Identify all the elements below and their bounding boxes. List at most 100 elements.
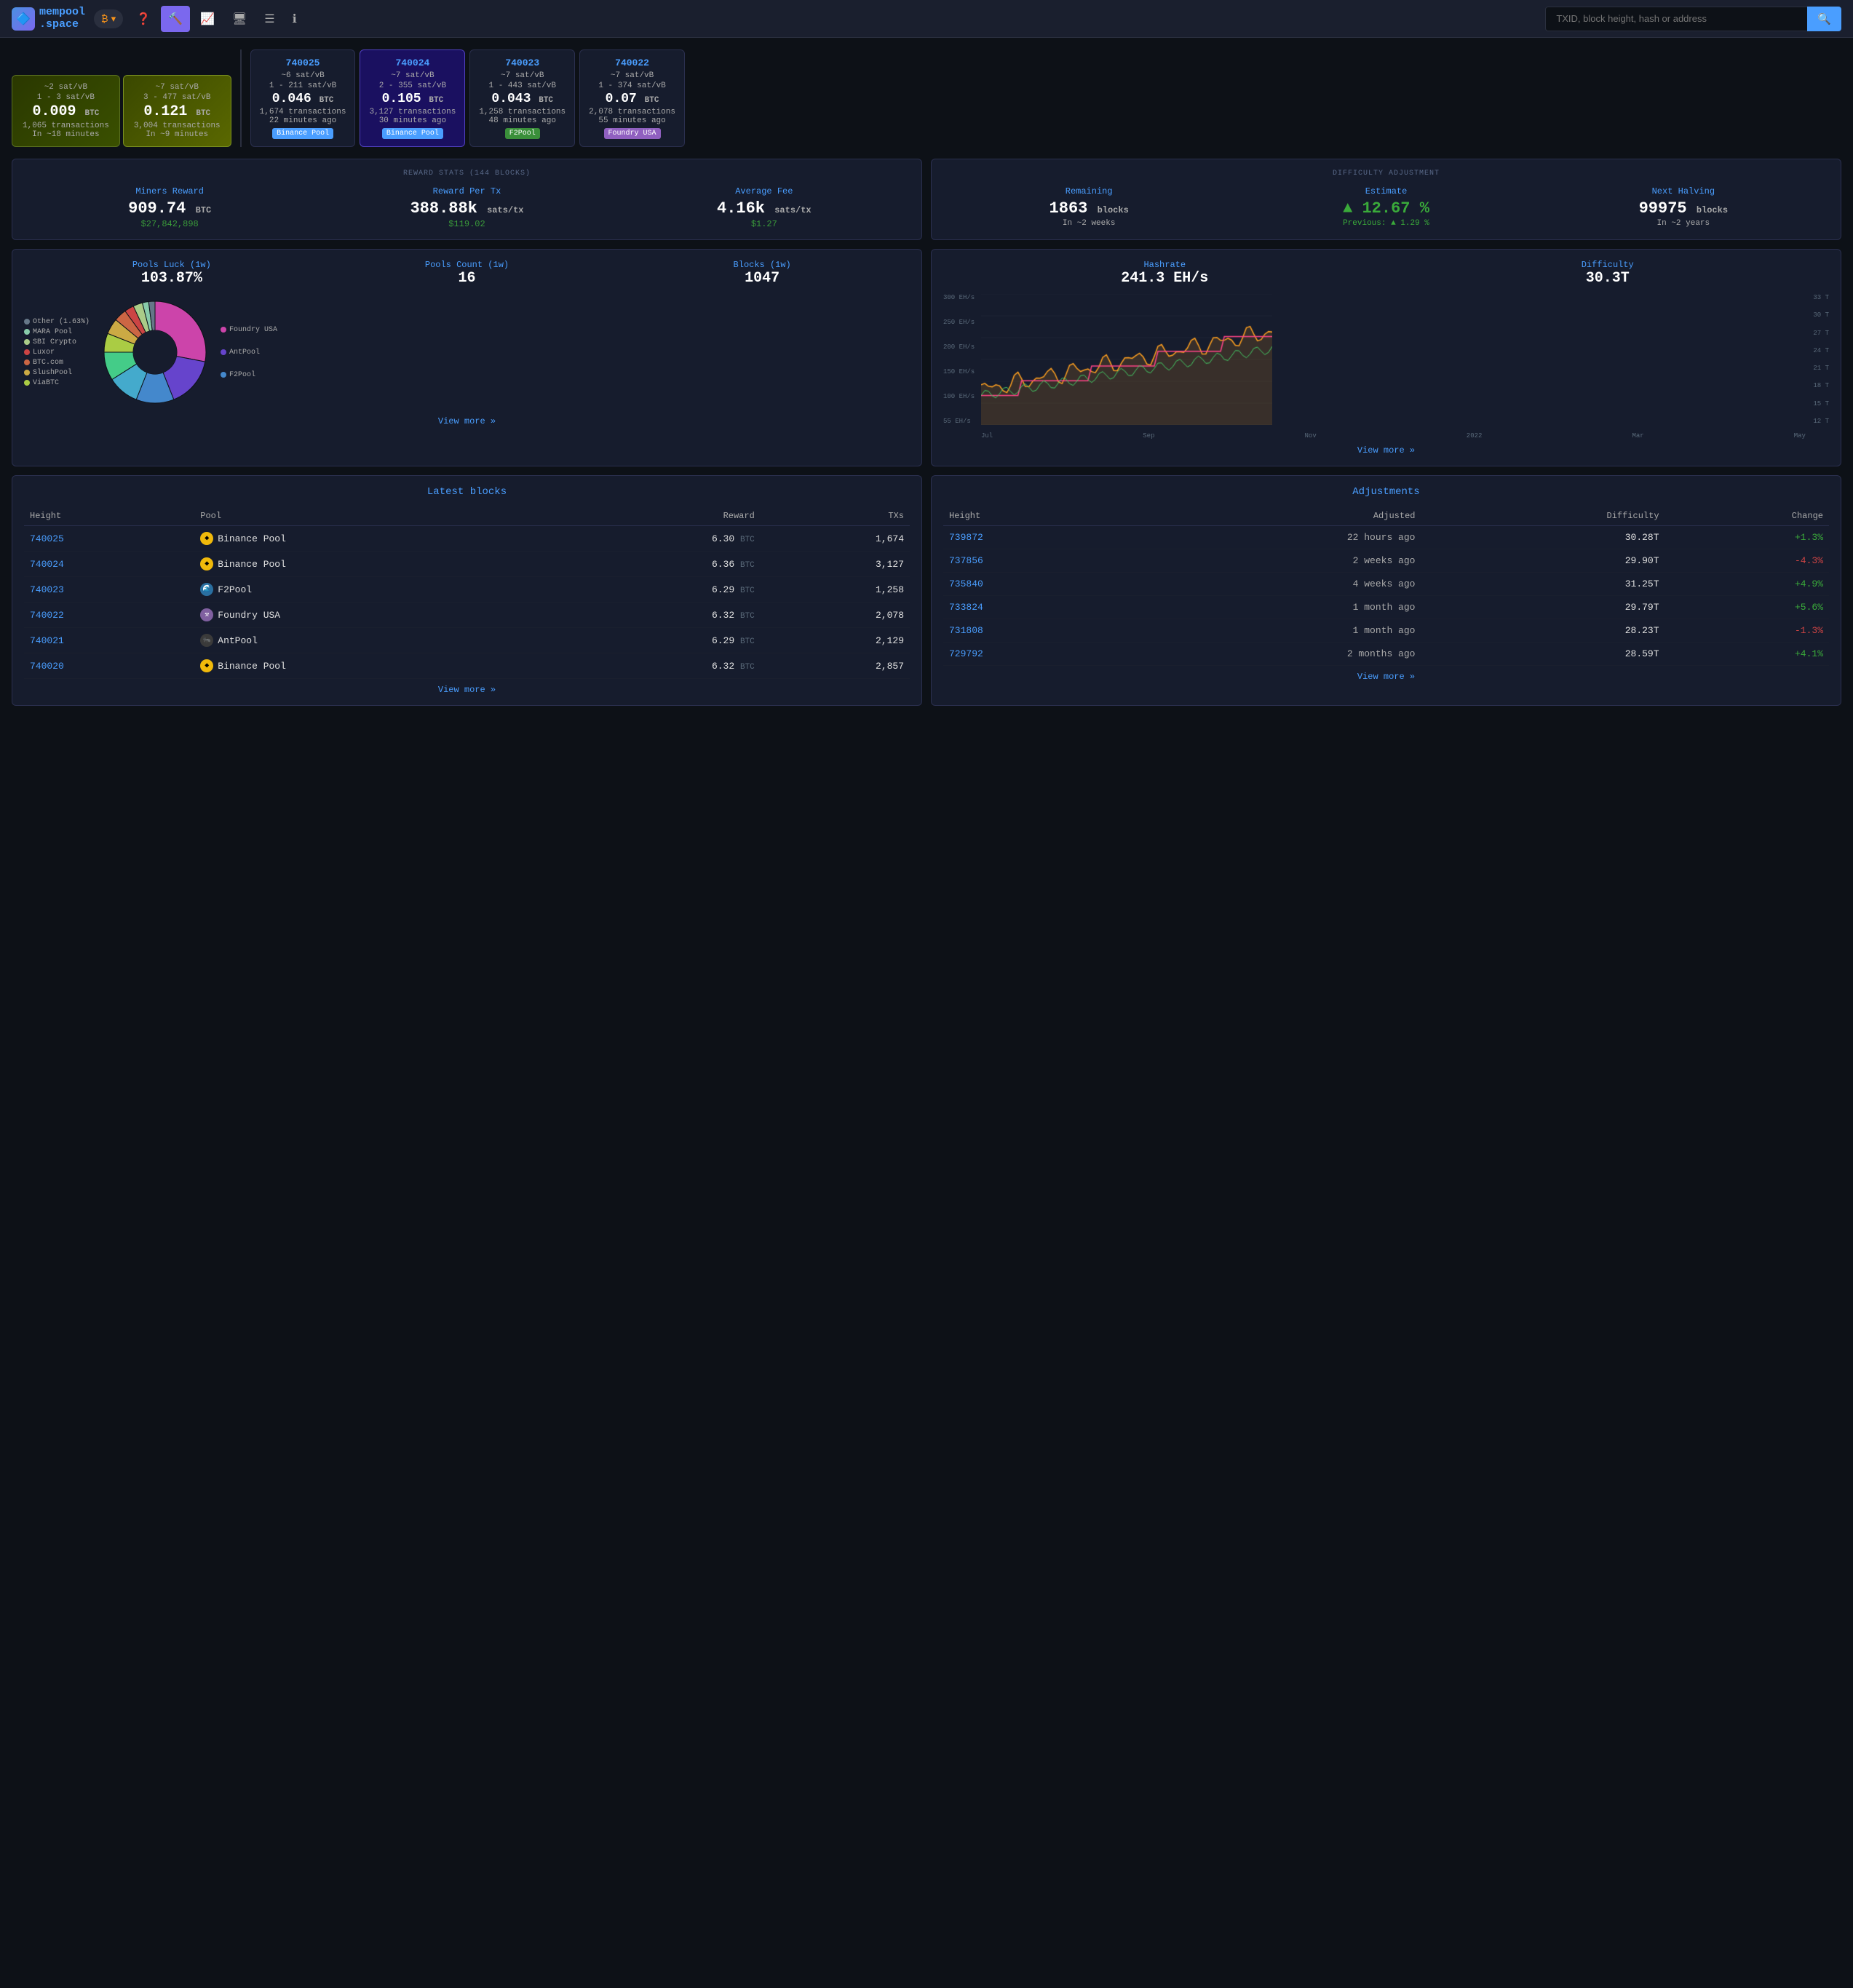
- pending-block-fee-0: 1 - 3 sat/vB: [23, 93, 109, 102]
- confirmed-block-btc-0: 0.046 BTC: [260, 92, 346, 106]
- pending-blocks: ~2 sat/vB 1 - 3 sat/vB 0.009 BTC 1,065 t…: [12, 75, 231, 147]
- adj-height-link[interactable]: 735840: [949, 578, 983, 589]
- pending-block-1[interactable]: ~7 sat/vB 3 - 477 sat/vB 0.121 BTC 3,004…: [123, 75, 231, 147]
- logo[interactable]: 🔷 mempool .space: [12, 7, 85, 31]
- pool-label-Luxor: Luxor: [24, 349, 90, 357]
- main-content: ~2 sat/vB 1 - 3 sat/vB 0.009 BTC 1,065 t…: [0, 38, 1853, 717]
- table-row: 740025 ◆ Binance Pool 6.30 BTC 1,674: [24, 526, 910, 552]
- pending-block-0[interactable]: ~2 sat/vB 1 - 3 sat/vB 0.009 BTC 1,065 t…: [12, 75, 120, 147]
- adj-height-link[interactable]: 737856: [949, 555, 983, 566]
- list-button[interactable]: ☰: [257, 6, 282, 32]
- confirmed-block-sat-1: ~7 sat/vB: [369, 71, 456, 80]
- col-txs: TXs: [761, 506, 910, 526]
- block-pool: ◆ Binance Pool: [200, 557, 551, 570]
- bitcoin-selector[interactable]: ₿ ▾: [94, 9, 123, 28]
- adjustments-view-more[interactable]: View more »: [943, 672, 1829, 682]
- search-input[interactable]: [1545, 7, 1807, 31]
- adj-change: +4.9%: [1665, 573, 1829, 596]
- table-row: 739872 22 hours ago 30.28T +1.3%: [943, 526, 1829, 549]
- pool-labels-right: Foundry USA AntPool F2Pool: [221, 326, 277, 379]
- col-pool: Pool: [194, 506, 557, 526]
- adj-height-link[interactable]: 739872: [949, 532, 983, 543]
- adj-adjusted: 1 month ago: [1117, 619, 1421, 643]
- pools-luck-label: Pools Luck (1w): [24, 260, 320, 270]
- pending-block-txs-1: 3,004 transactions: [134, 122, 221, 130]
- search-button[interactable]: 🔍: [1807, 7, 1841, 31]
- pools-blocks-value: 1047: [614, 270, 910, 287]
- block-height-link[interactable]: 740025: [30, 533, 64, 544]
- adj-height-link[interactable]: 733824: [949, 602, 983, 613]
- confirmed-block-time-1: 30 minutes ago: [369, 116, 456, 125]
- table-row: 729792 2 months ago 28.59T +4.1%: [943, 643, 1829, 666]
- table-row: 740022 ⚒ Foundry USA 6.32 BTC 2,078: [24, 603, 910, 628]
- x-label: Nov: [1305, 432, 1317, 440]
- confirmed-block-pool-1: Binance Pool: [382, 128, 443, 139]
- hammer-button[interactable]: 🔨: [161, 6, 190, 32]
- monitor-button[interactable]: 🖥: [225, 6, 254, 32]
- info-button[interactable]: ℹ: [285, 6, 304, 32]
- confirmed-block-time-0: 22 minutes ago: [260, 116, 346, 125]
- confirmed-block-fee-3: 1 - 374 sat/vB: [589, 81, 675, 90]
- pools-count-col: Pools Count (1w) 16: [320, 260, 615, 287]
- block-txs: 3,127: [761, 552, 910, 577]
- navbar: 🔷 mempool .space ₿ ▾ ❓ 🔨 📈 🖥 ☰ ℹ 🔍: [0, 0, 1853, 38]
- block-height-link[interactable]: 740022: [30, 610, 64, 621]
- confirmed-block-1[interactable]: 740024 ~7 sat/vB 2 - 355 sat/vB 0.105 BT…: [360, 49, 465, 147]
- confirmed-block-sat-3: ~7 sat/vB: [589, 71, 675, 80]
- adj-height-link[interactable]: 729792: [949, 648, 983, 659]
- adj-col-difficulty: Difficulty: [1421, 506, 1664, 526]
- confirmed-block-0[interactable]: 740025 ~6 sat/vB 1 - 211 sat/vB 0.046 BT…: [250, 49, 356, 147]
- latest-blocks-title: Latest blocks: [24, 486, 910, 498]
- next-halving-label: Next Halving: [1538, 186, 1829, 196]
- confirmed-block-sat-0: ~6 sat/vB: [260, 71, 346, 80]
- y-label-left: 200 EH/s: [943, 343, 980, 351]
- adj-change: +5.6%: [1665, 596, 1829, 619]
- hashrate-col: Hashrate 241.3 EH/s: [943, 260, 1386, 287]
- table-row: 740023 🌊 F2Pool 6.29 BTC 1,258: [24, 577, 910, 603]
- reward-per-tx-value: 388.88k sats/tx: [321, 199, 612, 218]
- block-height-link[interactable]: 740023: [30, 584, 64, 595]
- x-label: May: [1794, 432, 1806, 440]
- block-height-link[interactable]: 740020: [30, 661, 64, 672]
- chart-button[interactable]: 📈: [193, 6, 222, 32]
- pool-icon: 🌊: [200, 583, 213, 596]
- pools-card: Pools Luck (1w) 103.87% Pools Count (1w)…: [12, 249, 922, 466]
- avg-fee-label: Average Fee: [619, 186, 910, 196]
- confirmed-block-2[interactable]: 740023 ~7 sat/vB 1 - 443 sat/vB 0.043 BT…: [469, 49, 575, 147]
- pools-luck-col: Pools Luck (1w) 103.87%: [24, 260, 320, 287]
- help-button[interactable]: ❓: [129, 6, 158, 32]
- hashrate-card: Hashrate 241.3 EH/s Difficulty 30.3T 300…: [931, 249, 1841, 466]
- chart-canvas: [981, 294, 1272, 425]
- pool-label-Foundry-USA: Foundry USA: [221, 326, 277, 334]
- block-pool: ◆ Binance Pool: [200, 659, 551, 672]
- pools-view-more[interactable]: View more »: [24, 416, 910, 426]
- chart-y-right-labels: 33 T30 T27 T24 T21 T18 T15 T12 T: [1807, 294, 1829, 425]
- block-txs: 1,258: [761, 577, 910, 603]
- difficulty-title: DIFFICULTY ADJUSTMENT: [943, 170, 1829, 178]
- latest-blocks-view-more[interactable]: View more »: [24, 685, 910, 695]
- confirmed-block-txs-2: 1,258 transactions: [479, 108, 566, 116]
- next-halving-value: 99975 blocks: [1538, 199, 1829, 218]
- confirmed-block-height-3[interactable]: 740022: [589, 57, 675, 68]
- block-height-link[interactable]: 740021: [30, 635, 64, 646]
- adj-adjusted: 4 weeks ago: [1117, 573, 1421, 596]
- blocks-row: ~2 sat/vB 1 - 3 sat/vB 0.009 BTC 1,065 t…: [12, 49, 1841, 147]
- y-label-right: 18 T: [1807, 382, 1829, 389]
- estimate-label: Estimate: [1240, 186, 1531, 196]
- confirmed-block-height-2[interactable]: 740023: [479, 57, 566, 68]
- confirmed-block-height-0[interactable]: 740025: [260, 57, 346, 68]
- miners-reward-label: Miners Reward: [24, 186, 315, 196]
- hashrate-view-more[interactable]: View more »: [943, 445, 1829, 456]
- adj-height-link[interactable]: 731808: [949, 625, 983, 636]
- x-label: 2022: [1467, 432, 1483, 440]
- pending-block-sat-1: ~7 sat/vB: [134, 83, 221, 92]
- adjustments-card: Adjustments Height Adjusted Difficulty C…: [931, 475, 1841, 706]
- block-height-link[interactable]: 740024: [30, 559, 64, 570]
- adj-change: -1.3%: [1665, 619, 1829, 643]
- estimate-prev: Previous: ▲ 1.29 %: [1240, 219, 1531, 228]
- confirmed-block-3[interactable]: 740022 ~7 sat/vB 1 - 374 sat/vB 0.07 BTC…: [579, 49, 685, 147]
- adj-col-change: Change: [1665, 506, 1829, 526]
- remaining-value: 1863 blocks: [943, 199, 1234, 218]
- difficulty-label: Difficulty: [1386, 260, 1830, 270]
- confirmed-block-height-1[interactable]: 740024: [369, 57, 456, 68]
